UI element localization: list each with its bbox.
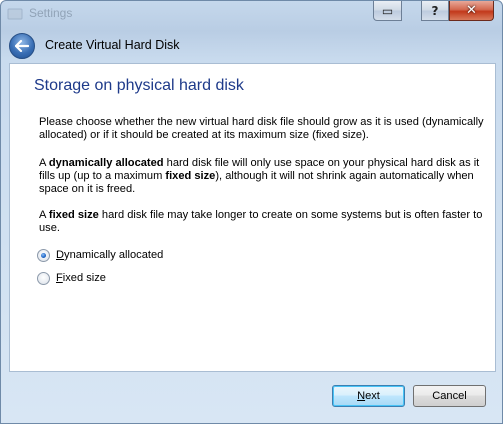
option-label: Fixed size <box>56 272 106 284</box>
back-arrow-icon <box>15 40 29 52</box>
close-icon: ✕ <box>466 3 477 18</box>
help-icon: ? <box>431 3 439 18</box>
app-icon <box>7 6 23 20</box>
next-button[interactable]: Next <box>332 385 405 407</box>
fixed-description: A fixed size hard disk file may take lon… <box>39 209 483 234</box>
close-button[interactable]: ✕ <box>449 1 494 21</box>
radio-fixed-size[interactable] <box>37 271 50 285</box>
dialog-window: Settings ▭ ? ✕ Create Virtual Hard Disk … <box>0 0 503 424</box>
wizard-page: Storage on physical hard disk Please cho… <box>9 63 496 372</box>
page-heading: Storage on physical hard disk <box>34 77 244 94</box>
restore-button[interactable]: ▭ <box>373 1 402 21</box>
option-dynamically-allocated[interactable]: Dynamically allocated <box>37 247 163 263</box>
back-button[interactable] <box>9 33 35 59</box>
intro-paragraph: Please choose whether the new virtual ha… <box>39 116 484 141</box>
button-bar: Next Cancel <box>1 372 502 424</box>
help-button[interactable]: ? <box>421 1 449 21</box>
option-label: Dynamically allocated <box>56 249 164 261</box>
option-fixed-size[interactable]: Fixed size <box>37 270 106 286</box>
radio-dynamically-allocated[interactable] <box>37 248 50 262</box>
cancel-button[interactable]: Cancel <box>413 385 486 407</box>
wizard-header: Create Virtual Hard Disk <box>1 29 502 63</box>
window-title: Settings <box>29 6 73 20</box>
dynamic-description: A dynamically allocated hard disk file w… <box>39 157 480 195</box>
dialog-title: Create Virtual Hard Disk <box>45 38 180 52</box>
restore-icon: ▭ <box>381 3 394 18</box>
title-bar[interactable]: Settings ▭ ? ✕ <box>1 1 502 27</box>
